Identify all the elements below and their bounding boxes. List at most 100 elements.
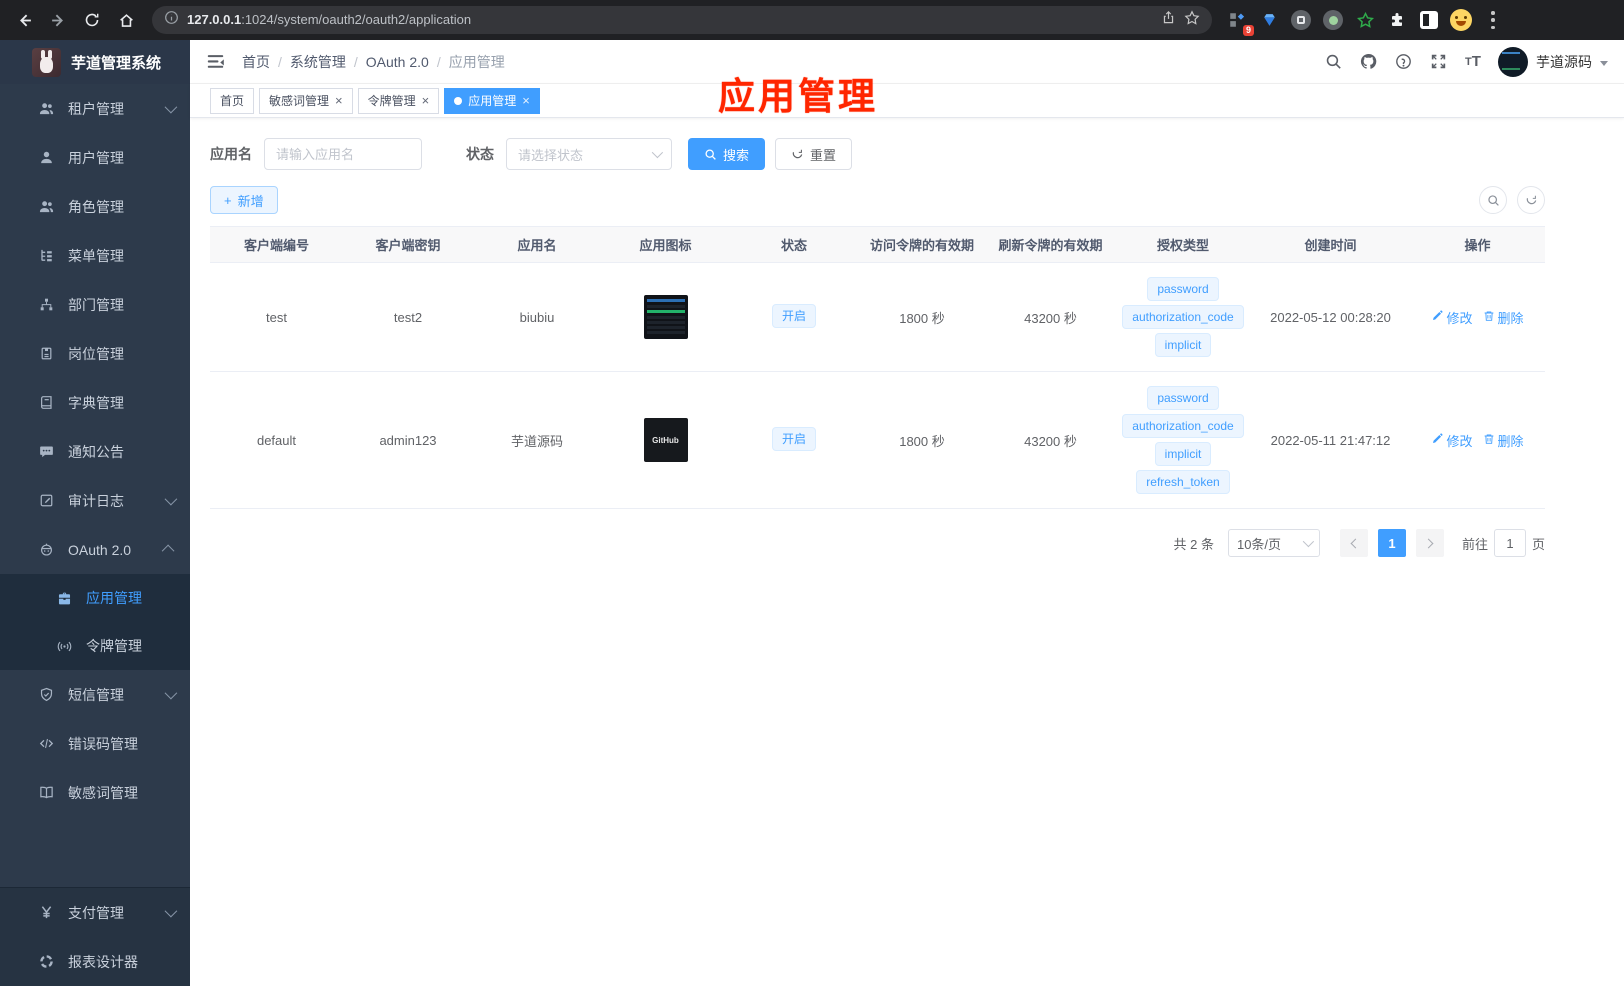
sidebar-item-label: 报表设计器 [68,953,138,970]
delete-button[interactable]: 删除 [1483,308,1524,327]
cell-refresh-validity: 43200 秒 [986,371,1115,509]
help-icon[interactable] [1393,52,1413,72]
browser-menu-icon[interactable] [1480,7,1506,33]
grant-type-tags: password authorization_code implicit refres… [1119,386,1247,494]
delete-button[interactable]: 删除 [1483,431,1524,450]
sidebar-item-audit[interactable]: 审计日志 [0,476,190,525]
tab-应用管理[interactable]: 应用管理 × [444,87,540,114]
breadcrumb-item[interactable]: 首页 [242,52,270,72]
browser-chrome: 127.0.0.1:1024/system/oauth2/oauth2/appl… [0,0,1624,40]
extension-blocks-icon[interactable]: 9 [1224,7,1254,36]
font-size-icon[interactable]: TT [1463,52,1483,72]
close-icon[interactable]: × [422,94,430,107]
sidebar-item-oauth2-application[interactable]: 应用管理 [0,574,190,622]
extension-record-icon[interactable] [1320,7,1346,33]
sidebar-menu-bottom: 支付管理报表设计器 [0,888,190,986]
toggle-search-icon[interactable] [1479,186,1507,214]
browser-profile-avatar[interactable] [1448,7,1474,33]
cell-actions: 修改 删除 [1410,262,1545,372]
site-info-icon[interactable] [164,10,179,30]
sidebar-item-sensitive[interactable]: 敏感词管理 [0,768,190,817]
edit-button[interactable]: 修改 [1431,308,1473,327]
goto-prefix: 前往 [1461,536,1488,552]
theme-toggle-icon[interactable] [1416,7,1442,33]
user-menu[interactable]: 芋道源码 [1498,46,1608,77]
grant-type-tag: refresh_token [1136,470,1230,494]
sidebar-item-dict[interactable]: 字典管理 [0,378,190,427]
code-icon [38,736,54,752]
sidebar-item-user[interactable]: 用户管理 [0,133,190,182]
top-navbar: 首页 / 系统管理 / OAuth 2.0/应用管理 TT 芋道源码 [190,40,1624,84]
extension-star-icon[interactable] [1352,7,1378,33]
tab-首页[interactable]: 首页 [210,87,255,114]
breadcrumb-item[interactable]: 系统管理 [290,52,346,72]
goto-page-input[interactable] [1493,529,1526,557]
close-icon[interactable]: × [335,94,343,107]
sidebar-item-errcode[interactable]: 错误码管理 [0,719,190,768]
browser-home-icon[interactable] [112,6,140,34]
extension-command-icon[interactable] [1288,7,1314,33]
breadcrumb-item[interactable]: OAuth 2.0 [366,54,429,70]
page-number-1[interactable]: 1 [1377,529,1406,557]
sidebar-item-role[interactable]: 角色管理 [0,182,190,231]
sidebar-item-report[interactable]: 报表设计器 [0,937,190,986]
browser-reload-icon[interactable] [78,6,106,34]
fullscreen-icon[interactable] [1428,52,1448,72]
tags-view: 首页 敏感词管理 × 令牌管理 × 应用管理 × [190,84,1624,118]
org-tree-icon [38,297,54,313]
grant-type-tag: password [1147,277,1219,301]
edit-button[interactable]: 修改 [1431,431,1473,450]
tab-label: 首页 [220,94,245,108]
breadcrumb: 首页 / 系统管理 / OAuth 2.0 / 应用管理 [242,52,505,72]
close-icon[interactable]: × [522,94,530,107]
sidebar-item-dept[interactable]: 部门管理 [0,280,190,329]
badge-icon [38,346,54,362]
sidebar-submenu: 应用管理 令牌管理 [0,574,190,670]
browser-back-icon[interactable] [10,6,38,34]
page-size-select[interactable]: 10条/页 [1227,529,1320,557]
prev-page-button[interactable] [1339,529,1368,557]
tab-令牌管理[interactable]: 令牌管理 × [357,87,440,114]
cell-client-id: test [210,262,343,372]
user-name: 芋道源码 [1536,53,1592,70]
table-row: default admin123 芋道源码 GitHub 开启 1800 秒 43200 秒… [210,371,1545,509]
cell-grant-types: password authorization_code implicit [1115,262,1251,372]
bookmark-star-icon[interactable] [1184,9,1200,31]
extensions-puzzle-icon[interactable] [1384,7,1410,33]
refresh-table-icon[interactable] [1517,186,1545,214]
table-toolbar: + 新增 [210,170,1545,214]
url-bar[interactable]: 127.0.0.1:1024/system/oauth2/oauth2/appl… [152,6,1212,34]
chevron-down-icon [1302,535,1315,548]
sidebar-collapse-icon[interactable] [204,51,226,73]
search-button[interactable]: 搜索 [688,138,766,170]
status-tag[interactable]: 开启 [771,303,816,328]
shield-icon [38,687,54,703]
extension-badge: 9 [1242,25,1254,36]
status-tag[interactable]: 开启 [771,426,816,451]
sidebar-item-tenant[interactable]: 租户管理 [0,84,190,133]
share-icon[interactable] [1161,10,1176,30]
next-page-button[interactable] [1415,529,1444,557]
sidebar-item-sms[interactable]: 短信管理 [0,670,190,719]
sidebar-logo[interactable]: 芋道管理系统 [0,40,190,84]
cell-status: 开启 [730,262,858,372]
column-header: 访问令牌的有效期 [858,226,986,263]
browser-forward-icon[interactable] [44,6,72,34]
sidebar-item-notice[interactable]: 通知公告 [0,427,190,476]
extension-gem-icon[interactable] [1256,7,1282,33]
sidebar-item-oauth2-token[interactable]: 令牌管理 [0,622,190,670]
reset-button[interactable]: 重置 [775,138,853,170]
app-name-input[interactable] [264,138,422,170]
chevron-right-icon [1423,538,1434,548]
tab-敏感词管理[interactable]: 敏感词管理 × [259,87,353,114]
sidebar-item-post[interactable]: 岗位管理 [0,329,190,378]
sidebar-item-label: 部门管理 [68,296,124,313]
sidebar-item-pay[interactable]: 支付管理 [0,888,190,937]
header-search-icon[interactable] [1323,52,1343,72]
status-select[interactable]: 请选择状态 [506,138,672,170]
add-button[interactable]: + 新增 [210,186,278,214]
sidebar-item-oauth2[interactable]: OAuth 2.0 [0,525,190,574]
action-label: 修改 [1446,433,1473,449]
github-icon[interactable] [1358,52,1378,72]
sidebar-item-menu[interactable]: 菜单管理 [0,231,190,280]
